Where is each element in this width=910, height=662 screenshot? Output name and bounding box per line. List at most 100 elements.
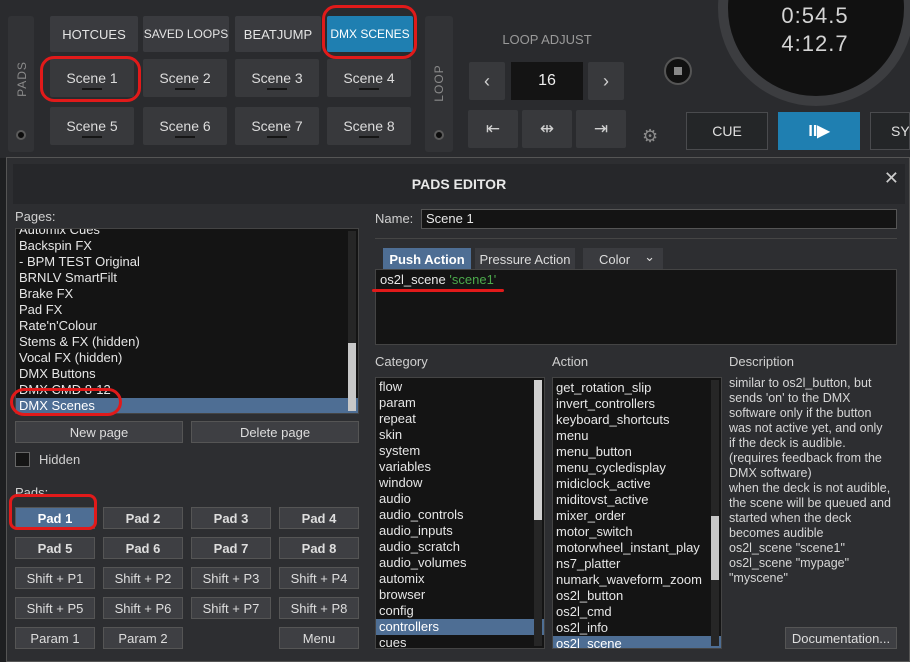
page-item-selected[interactable]: DMX Scenes	[16, 398, 358, 413]
shift-p1-button[interactable]: Shift + P1	[15, 567, 95, 589]
action-item[interactable]: keyboard_shortcuts	[553, 412, 721, 428]
category-item[interactable]: flow	[376, 379, 544, 395]
action-item[interactable]: midiclock_active	[553, 476, 721, 492]
pad-7-button[interactable]: Pad 7	[191, 537, 271, 559]
color-dropdown[interactable]: Color ⌄	[583, 248, 663, 270]
action-item[interactable]: miditovst_active	[553, 492, 721, 508]
page-item[interactable]: Brake FX	[16, 286, 358, 302]
action-item[interactable]: numark_waveform_zoom	[553, 572, 721, 588]
pages-list[interactable]: Automix Cues Backspin FX - BPM TEST Orig…	[15, 228, 359, 414]
loop-toggle-button[interactable]: ⇹	[522, 110, 572, 148]
scene-6-button[interactable]: Scene 6	[143, 107, 227, 145]
loop-double-button[interactable]: ›	[588, 62, 624, 100]
pad-5-button[interactable]: Pad 5	[15, 537, 95, 559]
action-scroll-thumb[interactable]	[711, 516, 719, 580]
page-item[interactable]: DMX CMD 8-12	[16, 382, 358, 398]
category-item[interactable]: system	[376, 443, 544, 459]
action-item[interactable]: invert_controllers	[553, 396, 721, 412]
page-item[interactable]: BRNLV SmartFilt	[16, 270, 358, 286]
category-list[interactable]: flow param repeat skin system variables …	[375, 377, 545, 649]
action-item[interactable]: get_rotation_slip	[553, 380, 721, 396]
category-item[interactable]: skin	[376, 427, 544, 443]
sync-button[interactable]: SY	[870, 112, 910, 150]
tab-dmx-scenes[interactable]: DMX SCENES	[327, 16, 413, 52]
action-item[interactable]: menu_button	[553, 444, 721, 460]
action-item[interactable]: motor_switch	[553, 524, 721, 540]
stop-button[interactable]	[664, 57, 692, 85]
shift-p4-button[interactable]: Shift + P4	[279, 567, 359, 589]
page-item[interactable]: - BPM TEST Original	[16, 254, 358, 270]
scene-1-button[interactable]: Scene 1	[50, 59, 134, 97]
gear-icon[interactable]: ⚙	[642, 126, 658, 147]
pad-1-button[interactable]: Pad 1	[15, 507, 95, 529]
action-item[interactable]: os2l_info	[553, 620, 721, 636]
hidden-checkbox[interactable]	[15, 452, 30, 467]
category-scrollbar[interactable]	[534, 380, 542, 646]
action-item[interactable]: menu	[553, 428, 721, 444]
action-list[interactable]: get_rotation_slip invert_controllers key…	[552, 377, 722, 649]
category-item[interactable]: variables	[376, 459, 544, 475]
category-item[interactable]: window	[376, 475, 544, 491]
name-input[interactable]: Scene 1	[421, 209, 897, 229]
new-page-button[interactable]: New page	[15, 421, 183, 443]
shift-p2-button[interactable]: Shift + P2	[103, 567, 183, 589]
category-item[interactable]: param	[376, 395, 544, 411]
loop-out-button[interactable]: ⇥	[576, 110, 626, 148]
shift-p8-button[interactable]: Shift + P8	[279, 597, 359, 619]
category-item[interactable]: browser	[376, 587, 544, 603]
pages-scroll-thumb[interactable]	[348, 343, 356, 411]
category-item[interactable]: audio_volumes	[376, 555, 544, 571]
shift-p6-button[interactable]: Shift + P6	[103, 597, 183, 619]
category-scroll-thumb[interactable]	[534, 380, 542, 520]
action-item[interactable]: mixer_order	[553, 508, 721, 524]
page-item[interactable]: DMX Buttons	[16, 366, 358, 382]
category-item[interactable]: config	[376, 603, 544, 619]
pad-8-button[interactable]: Pad 8	[279, 537, 359, 559]
menu-button[interactable]: Menu	[279, 627, 359, 649]
documentation-button[interactable]: Documentation...	[785, 627, 897, 649]
action-item[interactable]: ns7_platter	[553, 556, 721, 572]
scene-2-button[interactable]: Scene 2	[143, 59, 227, 97]
cue-button[interactable]: CUE	[686, 112, 768, 150]
loop-side-tab[interactable]: LOOP	[425, 16, 453, 152]
category-item[interactable]: audio_scratch	[376, 539, 544, 555]
scene-5-button[interactable]: Scene 5	[50, 107, 134, 145]
pads-side-tab[interactable]: PADS	[8, 16, 34, 152]
tab-beatjump[interactable]: BEATJUMP	[235, 16, 321, 52]
page-item[interactable]: Vocal FX (hidden)	[16, 350, 358, 366]
play-pause-button[interactable]: II▶	[778, 112, 860, 150]
category-item[interactable]: repeat	[376, 411, 544, 427]
tab-saved-loops[interactable]: SAVED LOOPS	[143, 16, 229, 52]
category-item-selected[interactable]: controllers	[376, 619, 544, 635]
action-item[interactable]: os2l_button	[553, 588, 721, 604]
pad-6-button[interactable]: Pad 6	[103, 537, 183, 559]
pages-scrollbar[interactable]	[348, 231, 356, 411]
loop-in-button[interactable]: ⇤	[468, 110, 518, 148]
scene-7-button[interactable]: Scene 7	[235, 107, 319, 145]
action-script-editor[interactable]: os2l_scene 'scene1'	[375, 269, 897, 345]
tab-push-action[interactable]: Push Action	[383, 248, 471, 270]
shift-p3-button[interactable]: Shift + P3	[191, 567, 271, 589]
page-item[interactable]: Rate'n'Colour	[16, 318, 358, 334]
category-item[interactable]: automix	[376, 571, 544, 587]
page-item[interactable]: Pad FX	[16, 302, 358, 318]
page-item[interactable]: Stems & FX (hidden)	[16, 334, 358, 350]
param-1-button[interactable]: Param 1	[15, 627, 95, 649]
category-item[interactable]: audio	[376, 491, 544, 507]
loop-halve-button[interactable]: ‹	[469, 62, 505, 100]
category-item[interactable]: cues	[376, 635, 544, 648]
shift-p7-button[interactable]: Shift + P7	[191, 597, 271, 619]
action-item[interactable]: menu_cycledisplay	[553, 460, 721, 476]
scene-4-button[interactable]: Scene 4	[327, 59, 411, 97]
action-scrollbar[interactable]	[711, 380, 719, 646]
action-item-selected[interactable]: os2l_scene	[553, 636, 721, 648]
close-icon[interactable]: ✕	[884, 168, 899, 188]
action-item[interactable]: motorwheel_instant_play	[553, 540, 721, 556]
shift-p5-button[interactable]: Shift + P5	[15, 597, 95, 619]
category-item[interactable]: audio_controls	[376, 507, 544, 523]
param-2-button[interactable]: Param 2	[103, 627, 183, 649]
page-item[interactable]: Automix Cues	[16, 229, 358, 238]
category-item[interactable]: audio_inputs	[376, 523, 544, 539]
pad-4-button[interactable]: Pad 4	[279, 507, 359, 529]
action-item[interactable]: os2l_cmd	[553, 604, 721, 620]
